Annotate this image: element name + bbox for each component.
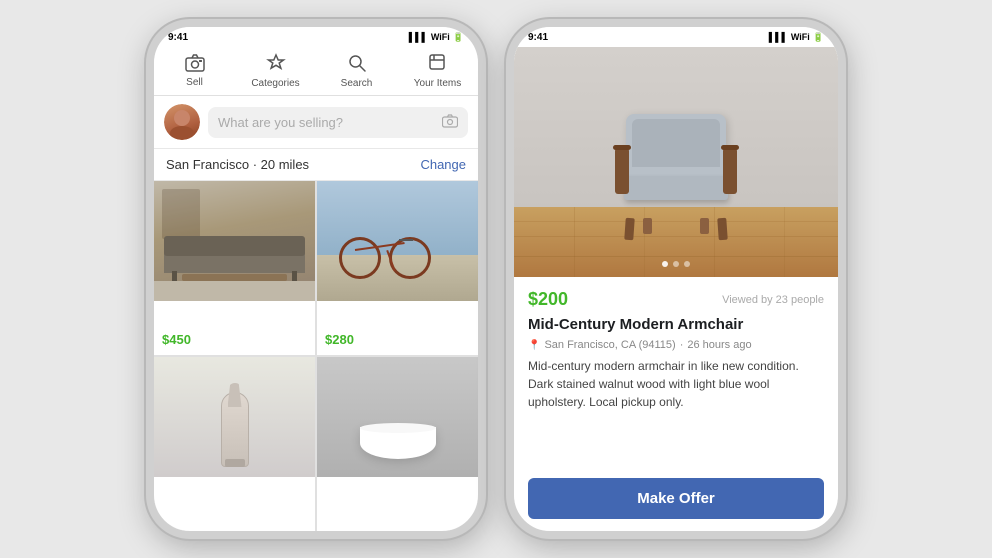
bike-price: $280 bbox=[325, 332, 354, 347]
pin-icon: 📍 bbox=[528, 340, 540, 351]
wifi-icon: WiFi bbox=[431, 32, 450, 42]
item-card-bowl[interactable] bbox=[317, 357, 478, 531]
search-nav-icon bbox=[347, 53, 367, 76]
status-time-1: 9:41 bbox=[168, 32, 188, 43]
tag-nav-icon bbox=[428, 53, 448, 76]
nav-sell-label: Sell bbox=[186, 77, 203, 88]
detail-description: Mid-century modern armchair in like new … bbox=[528, 357, 824, 411]
signal-icon-2: ▌▌▌ bbox=[769, 32, 788, 42]
price-row: $200 Viewed by 23 people bbox=[528, 289, 824, 310]
camera-nav-icon bbox=[185, 54, 205, 75]
views-text: Viewed by 23 people bbox=[722, 294, 824, 306]
user-avatar[interactable] bbox=[164, 104, 200, 140]
status-bar-1: 9:41 ▌▌▌ WiFi 🔋 bbox=[154, 27, 478, 47]
phone-browse: 9:41 ▌▌▌ WiFi 🔋 bbox=[146, 19, 486, 539]
item-card-sofa[interactable]: $450 bbox=[154, 181, 315, 355]
item-card-bike[interactable]: $280 bbox=[317, 181, 478, 355]
detail-location: San Francisco, CA (94115) bbox=[544, 339, 675, 351]
sofa-image bbox=[154, 181, 315, 301]
make-offer-button[interactable]: Make Offer bbox=[528, 478, 824, 519]
detail-title: Mid-Century Modern Armchair bbox=[528, 316, 824, 333]
nav-bar-1: Sell Categories bbox=[154, 47, 478, 96]
phones-container: 9:41 ▌▌▌ WiFi 🔋 bbox=[146, 19, 846, 539]
location-text: San Francisco · 20 miles bbox=[166, 157, 309, 172]
nav-search-label: Search bbox=[341, 78, 373, 89]
status-bar-2: 9:41 ▌▌▌ WiFi 🔋 bbox=[514, 27, 838, 47]
status-icons-2: ▌▌▌ WiFi 🔋 bbox=[769, 32, 824, 43]
nav-sell[interactable]: Sell bbox=[154, 54, 235, 88]
battery-icon-2: 🔋 bbox=[813, 32, 824, 43]
item-card-lamp[interactable] bbox=[154, 357, 315, 531]
signal-icon: ▌▌▌ bbox=[409, 32, 428, 42]
dot-1 bbox=[662, 261, 668, 267]
detail-header-image bbox=[514, 47, 838, 277]
bike-image bbox=[317, 181, 478, 301]
nav-categories-label: Categories bbox=[251, 78, 299, 89]
status-icons-1: ▌▌▌ WiFi 🔋 bbox=[409, 32, 464, 43]
change-location-button[interactable]: Change bbox=[420, 157, 466, 172]
dot-2 bbox=[673, 261, 679, 267]
image-pagination-dots bbox=[662, 261, 690, 267]
meta-separator: · bbox=[680, 339, 684, 351]
search-placeholder: What are you selling? bbox=[218, 115, 343, 130]
lamp-image bbox=[154, 357, 315, 477]
camera-search-icon[interactable] bbox=[442, 114, 458, 131]
phone-detail: 9:41 ▌▌▌ WiFi 🔋 bbox=[506, 19, 846, 539]
search-input-wrap[interactable]: What are you selling? bbox=[208, 107, 468, 138]
search-bar-row: What are you selling? bbox=[154, 96, 478, 149]
wifi-icon-2: WiFi bbox=[791, 32, 810, 42]
detail-price: $200 bbox=[528, 289, 568, 310]
sofa-price: $450 bbox=[162, 332, 191, 347]
detail-content: $200 Viewed by 23 people Mid-Century Mod… bbox=[514, 277, 838, 531]
detail-time: 26 hours ago bbox=[687, 339, 751, 351]
nav-categories[interactable]: Categories bbox=[235, 53, 316, 89]
dot-3 bbox=[684, 261, 690, 267]
items-grid: $450 $280 bbox=[154, 181, 478, 531]
nav-your-items-label: Your Items bbox=[414, 78, 461, 89]
detail-meta: 📍 San Francisco, CA (94115) · 26 hours a… bbox=[528, 339, 824, 351]
location-row: San Francisco · 20 miles Change bbox=[154, 149, 478, 181]
star-nav-icon bbox=[266, 53, 286, 76]
bowl-image bbox=[317, 357, 478, 477]
battery-icon: 🔋 bbox=[453, 32, 464, 43]
nav-search[interactable]: Search bbox=[316, 53, 397, 89]
status-time-2: 9:41 bbox=[528, 32, 548, 43]
nav-your-items[interactable]: Your Items bbox=[397, 53, 478, 89]
